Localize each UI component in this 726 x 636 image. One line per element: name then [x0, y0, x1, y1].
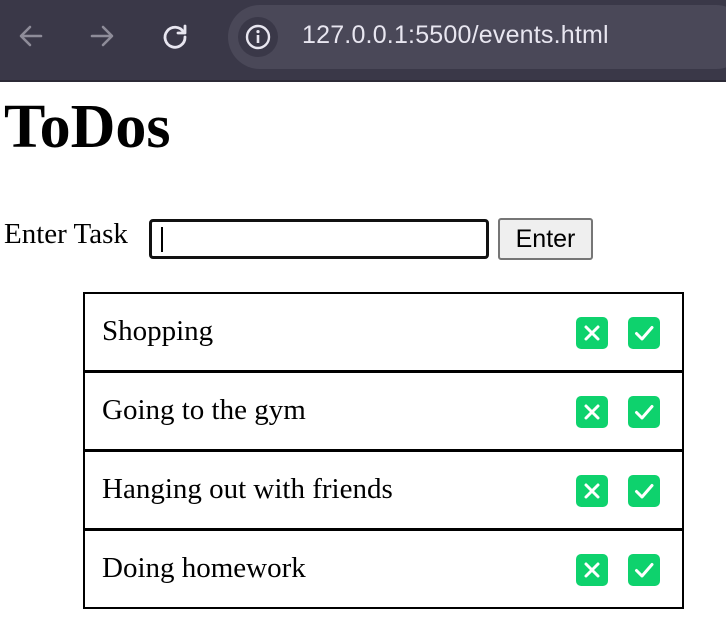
delete-button[interactable]	[576, 554, 608, 586]
delete-button[interactable]	[576, 317, 608, 349]
delete-button[interactable]	[576, 475, 608, 507]
todo-item: Going to the gym	[83, 371, 684, 451]
close-icon	[584, 562, 600, 578]
info-icon	[245, 24, 271, 50]
browser-toolbar: 127.0.0.1:5500/events.html	[0, 0, 726, 82]
todo-item: Shopping	[83, 292, 684, 372]
task-label: Enter Task	[4, 218, 128, 250]
forward-button[interactable]	[84, 18, 120, 54]
enter-button[interactable]: Enter	[498, 218, 593, 260]
text-caret	[161, 227, 163, 252]
close-icon	[584, 404, 600, 420]
page-title: ToDos	[4, 93, 171, 161]
page-content: ToDos Enter Task Enter Shopping Going to…	[0, 82, 726, 636]
complete-button[interactable]	[628, 396, 660, 428]
check-icon	[635, 484, 654, 499]
reload-icon	[163, 24, 187, 49]
todo-label: Shopping	[102, 315, 214, 347]
close-icon	[584, 483, 600, 499]
complete-button[interactable]	[628, 317, 660, 349]
url-text[interactable]: 127.0.0.1:5500/events.html	[302, 21, 609, 50]
arrow-right-icon	[90, 25, 114, 47]
complete-button[interactable]	[628, 554, 660, 586]
task-input[interactable]	[149, 219, 489, 259]
todo-item: Hanging out with friends	[83, 450, 684, 530]
check-icon	[635, 563, 654, 578]
address-bar[interactable]: 127.0.0.1:5500/events.html	[228, 5, 726, 69]
arrow-left-icon	[19, 25, 43, 47]
delete-button[interactable]	[576, 396, 608, 428]
todo-label: Doing homework	[102, 552, 306, 584]
check-icon	[635, 326, 654, 341]
complete-button[interactable]	[628, 475, 660, 507]
todo-label: Hanging out with friends	[102, 473, 393, 505]
close-icon	[584, 325, 600, 341]
reload-button[interactable]	[157, 18, 193, 54]
todo-item: Doing homework	[83, 529, 684, 609]
todo-list: Shopping Going to the gym Hanging out wi…	[83, 292, 684, 609]
site-info-button[interactable]	[238, 17, 278, 57]
back-button[interactable]	[13, 18, 49, 54]
todo-label: Going to the gym	[102, 394, 306, 426]
check-icon	[635, 405, 654, 420]
